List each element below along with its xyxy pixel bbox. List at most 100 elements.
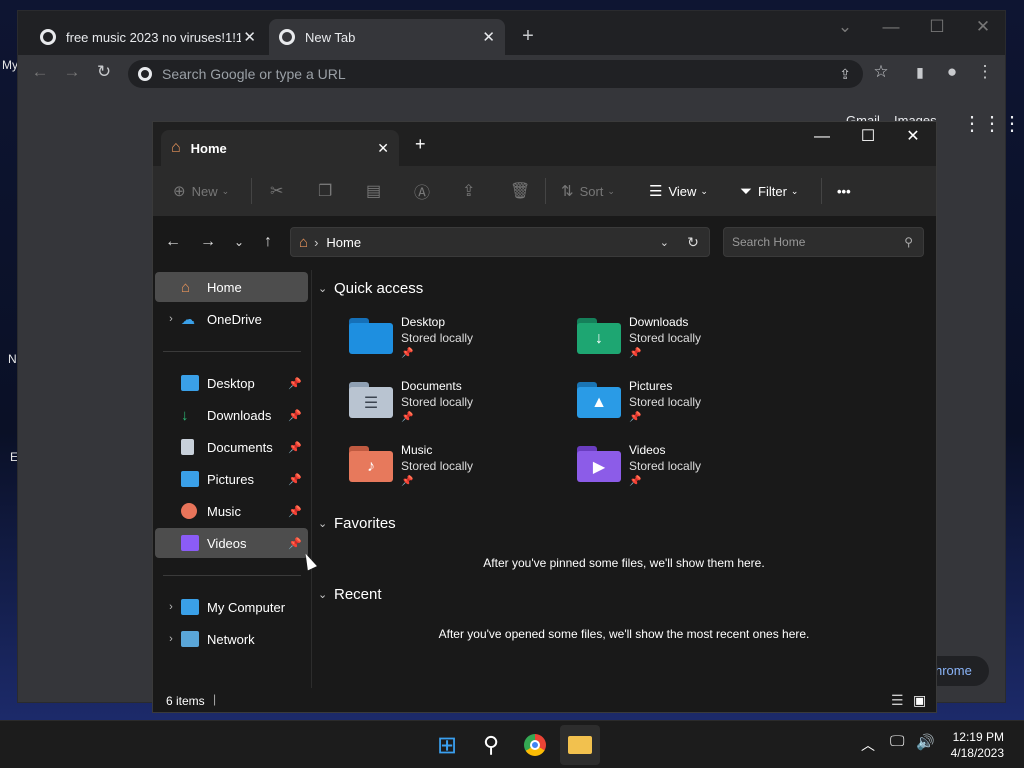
clock[interactable]: 12:19 PM 4/18/2023 bbox=[951, 729, 1004, 761]
search-placeholder: Search Home bbox=[732, 235, 806, 249]
minimize-button[interactable]: — bbox=[799, 122, 845, 152]
tiles-view-icon[interactable]: ▣ bbox=[913, 692, 926, 709]
refresh-icon[interactable]: ↻ bbox=[679, 228, 707, 256]
new-tab-button[interactable]: + bbox=[516, 24, 540, 48]
recent-locations-icon[interactable]: ⌄ bbox=[225, 228, 253, 256]
new-button[interactable]: ⊕ New ⌄ bbox=[173, 176, 229, 206]
cut-icon[interactable]: ✂ bbox=[270, 176, 283, 206]
chrome-maximize-icon[interactable]: ☐ bbox=[925, 15, 949, 39]
time: 12:19 PM bbox=[952, 730, 1004, 744]
item-name: Desktop bbox=[401, 315, 446, 329]
pane-divider[interactable] bbox=[311, 270, 312, 688]
quick-access-desktop[interactable]: Desktop Stored locally 📌 bbox=[349, 314, 569, 374]
quick-access-downloads[interactable]: ↓ Downloads Stored locally 📌 bbox=[577, 314, 797, 374]
pin-icon: 📌 bbox=[288, 537, 302, 550]
details-view-icon[interactable]: ☰ bbox=[891, 692, 904, 709]
quick-access-pictures[interactable]: ▲ Pictures Stored locally 📌 bbox=[577, 378, 797, 438]
folder-icon: ♪ bbox=[349, 446, 393, 482]
separator bbox=[545, 178, 546, 204]
sidebar-item-my-computer[interactable]: › My Computer bbox=[155, 592, 308, 622]
chrome-minimize-icon[interactable]: — bbox=[879, 15, 903, 39]
share-icon[interactable]: ⇪ bbox=[462, 176, 475, 206]
omnibox-placeholder: Search Google or type a URL bbox=[162, 66, 346, 82]
side-panel-icon[interactable]: ▮ bbox=[908, 60, 932, 84]
sort-icon: ⇅ bbox=[561, 183, 574, 200]
quick-access-documents[interactable]: ☰ Documents Stored locally 📌 bbox=[349, 378, 569, 438]
sort-button[interactable]: ⇅ Sort ⌄ bbox=[561, 176, 615, 206]
pin-icon: 📌 bbox=[288, 473, 302, 486]
start-windows-icon[interactable]: ⊞ bbox=[431, 729, 463, 761]
rename-icon[interactable]: Ⓐ bbox=[414, 176, 430, 206]
network-icon[interactable]: 🖵 bbox=[890, 733, 904, 750]
home-icon: ⌂ bbox=[181, 278, 191, 296]
network-icon bbox=[181, 631, 199, 647]
chevron-down-icon[interactable]: ⌄ bbox=[660, 236, 669, 249]
copy-icon[interactable]: ❐ bbox=[318, 176, 332, 206]
favorites-header[interactable]: ⌄ Favorites bbox=[318, 515, 396, 532]
sidebar-label: Network bbox=[207, 631, 255, 647]
sidebar-item-downloads[interactable]: ↓ Downloads 📌 bbox=[155, 400, 308, 430]
sidebar-item-onedrive[interactable]: › ☁ OneDrive bbox=[155, 304, 308, 334]
item-location: Stored locally bbox=[629, 331, 702, 345]
forward-icon[interactable]: → bbox=[60, 60, 84, 84]
up-icon[interactable]: ↑ bbox=[254, 228, 282, 256]
address-bar-row: ← → ⌄ ↑ ⌂ › Home ⌄ ↻ Search Home ⚲ bbox=[153, 216, 936, 270]
folder-icon: ☰ bbox=[349, 382, 393, 418]
tab-close-icon[interactable]: ✕ bbox=[243, 28, 256, 46]
address-bar[interactable]: ⌂ › Home ⌄ bbox=[290, 227, 710, 257]
recent-empty-message: After you've opened some files, we'll sh… bbox=[438, 627, 810, 641]
breadcrumb-home[interactable]: Home bbox=[326, 235, 361, 250]
quick-access-header[interactable]: ⌄ Quick access bbox=[318, 280, 423, 297]
sidebar-item-home[interactable]: ⌂ Home bbox=[155, 272, 308, 302]
reload-icon[interactable]: ↻ bbox=[92, 60, 116, 84]
tab-search-icon[interactable]: ⌄ bbox=[833, 15, 857, 39]
sidebar-item-desktop[interactable]: Desktop 📌 bbox=[155, 368, 308, 398]
quick-access-music[interactable]: ♪ Music Stored locally 📌 bbox=[349, 442, 569, 502]
back-icon[interactable]: ← bbox=[28, 60, 52, 84]
delete-icon[interactable]: 🗑 bbox=[510, 176, 530, 206]
recent-header[interactable]: ⌄ Recent bbox=[318, 586, 382, 603]
chevron-right-icon[interactable]: › bbox=[161, 633, 181, 645]
chrome-tab-newtab[interactable]: New Tab ✕ bbox=[269, 19, 505, 55]
omnibox[interactable]: Search Google or type a URL ⇪ bbox=[128, 60, 863, 88]
paste-icon[interactable]: ▤ bbox=[366, 176, 381, 206]
tab-close-icon[interactable]: ✕ bbox=[482, 28, 495, 46]
section-heading: Favorites bbox=[334, 515, 396, 532]
view-button[interactable]: ☰ View ⌄ bbox=[649, 176, 708, 206]
volume-icon[interactable]: 🔊 bbox=[916, 733, 935, 751]
sidebar-label: Home bbox=[207, 279, 242, 295]
sidebar-item-music[interactable]: Music 📌 bbox=[155, 496, 308, 526]
home-icon: ⌂ bbox=[171, 139, 181, 156]
search-box[interactable]: Search Home ⚲ bbox=[723, 227, 924, 257]
apps-grid-icon[interactable]: ⋮⋮⋮ bbox=[962, 111, 1022, 136]
file-explorer-taskbar-icon[interactable] bbox=[560, 725, 600, 765]
chevron-right-icon[interactable]: › bbox=[161, 313, 181, 325]
chrome-taskbar-icon[interactable] bbox=[519, 729, 551, 761]
chrome-close-icon[interactable]: ✕ bbox=[971, 15, 995, 39]
bookmark-star-icon[interactable]: ☆ bbox=[869, 60, 893, 84]
chevron-right-icon[interactable]: › bbox=[161, 601, 181, 613]
chrome-tab-music[interactable]: free music 2023 no viruses!1!1!! ✕ bbox=[30, 19, 266, 55]
close-button[interactable]: ✕ bbox=[890, 122, 936, 152]
tab-close-icon[interactable]: ✕ bbox=[377, 140, 389, 157]
chevron-up-icon[interactable]: ︿ bbox=[861, 735, 875, 755]
back-icon[interactable]: ← bbox=[159, 228, 187, 256]
more-options-button[interactable]: ••• bbox=[837, 176, 851, 206]
maximize-button[interactable]: ☐ bbox=[845, 122, 891, 152]
sidebar-label: Pictures bbox=[207, 471, 254, 487]
search-icon[interactable]: ⚲ bbox=[475, 729, 507, 761]
sidebar-item-documents[interactable]: Documents 📌 bbox=[155, 432, 308, 462]
sidebar-item-pictures[interactable]: Pictures 📌 bbox=[155, 464, 308, 494]
menu-icon[interactable]: ⋮ bbox=[973, 60, 997, 84]
profile-icon[interactable]: ● bbox=[940, 60, 964, 84]
explorer-tab-home[interactable]: ⌂ Home ✕ bbox=[161, 130, 399, 166]
sidebar-item-network[interactable]: › Network bbox=[155, 624, 308, 654]
share-icon[interactable]: ⇪ bbox=[839, 66, 851, 83]
explorer-new-tab-button[interactable]: + bbox=[415, 134, 426, 155]
forward-icon[interactable]: → bbox=[194, 228, 222, 256]
filter-button[interactable]: ⏷ Filter ⌄ bbox=[740, 176, 798, 206]
command-bar: ⊕ New ⌄ ✂ ❐ ▤ Ⓐ ⇪ 🗑 ⇅ Sort ⌄ ☰ View ⌄ ⏷ … bbox=[153, 166, 936, 217]
section-heading: Quick access bbox=[334, 280, 424, 297]
sidebar-item-videos[interactable]: Videos 📌 bbox=[155, 528, 308, 558]
quick-access-videos[interactable]: ▶ Videos Stored locally 📌 bbox=[577, 442, 797, 502]
